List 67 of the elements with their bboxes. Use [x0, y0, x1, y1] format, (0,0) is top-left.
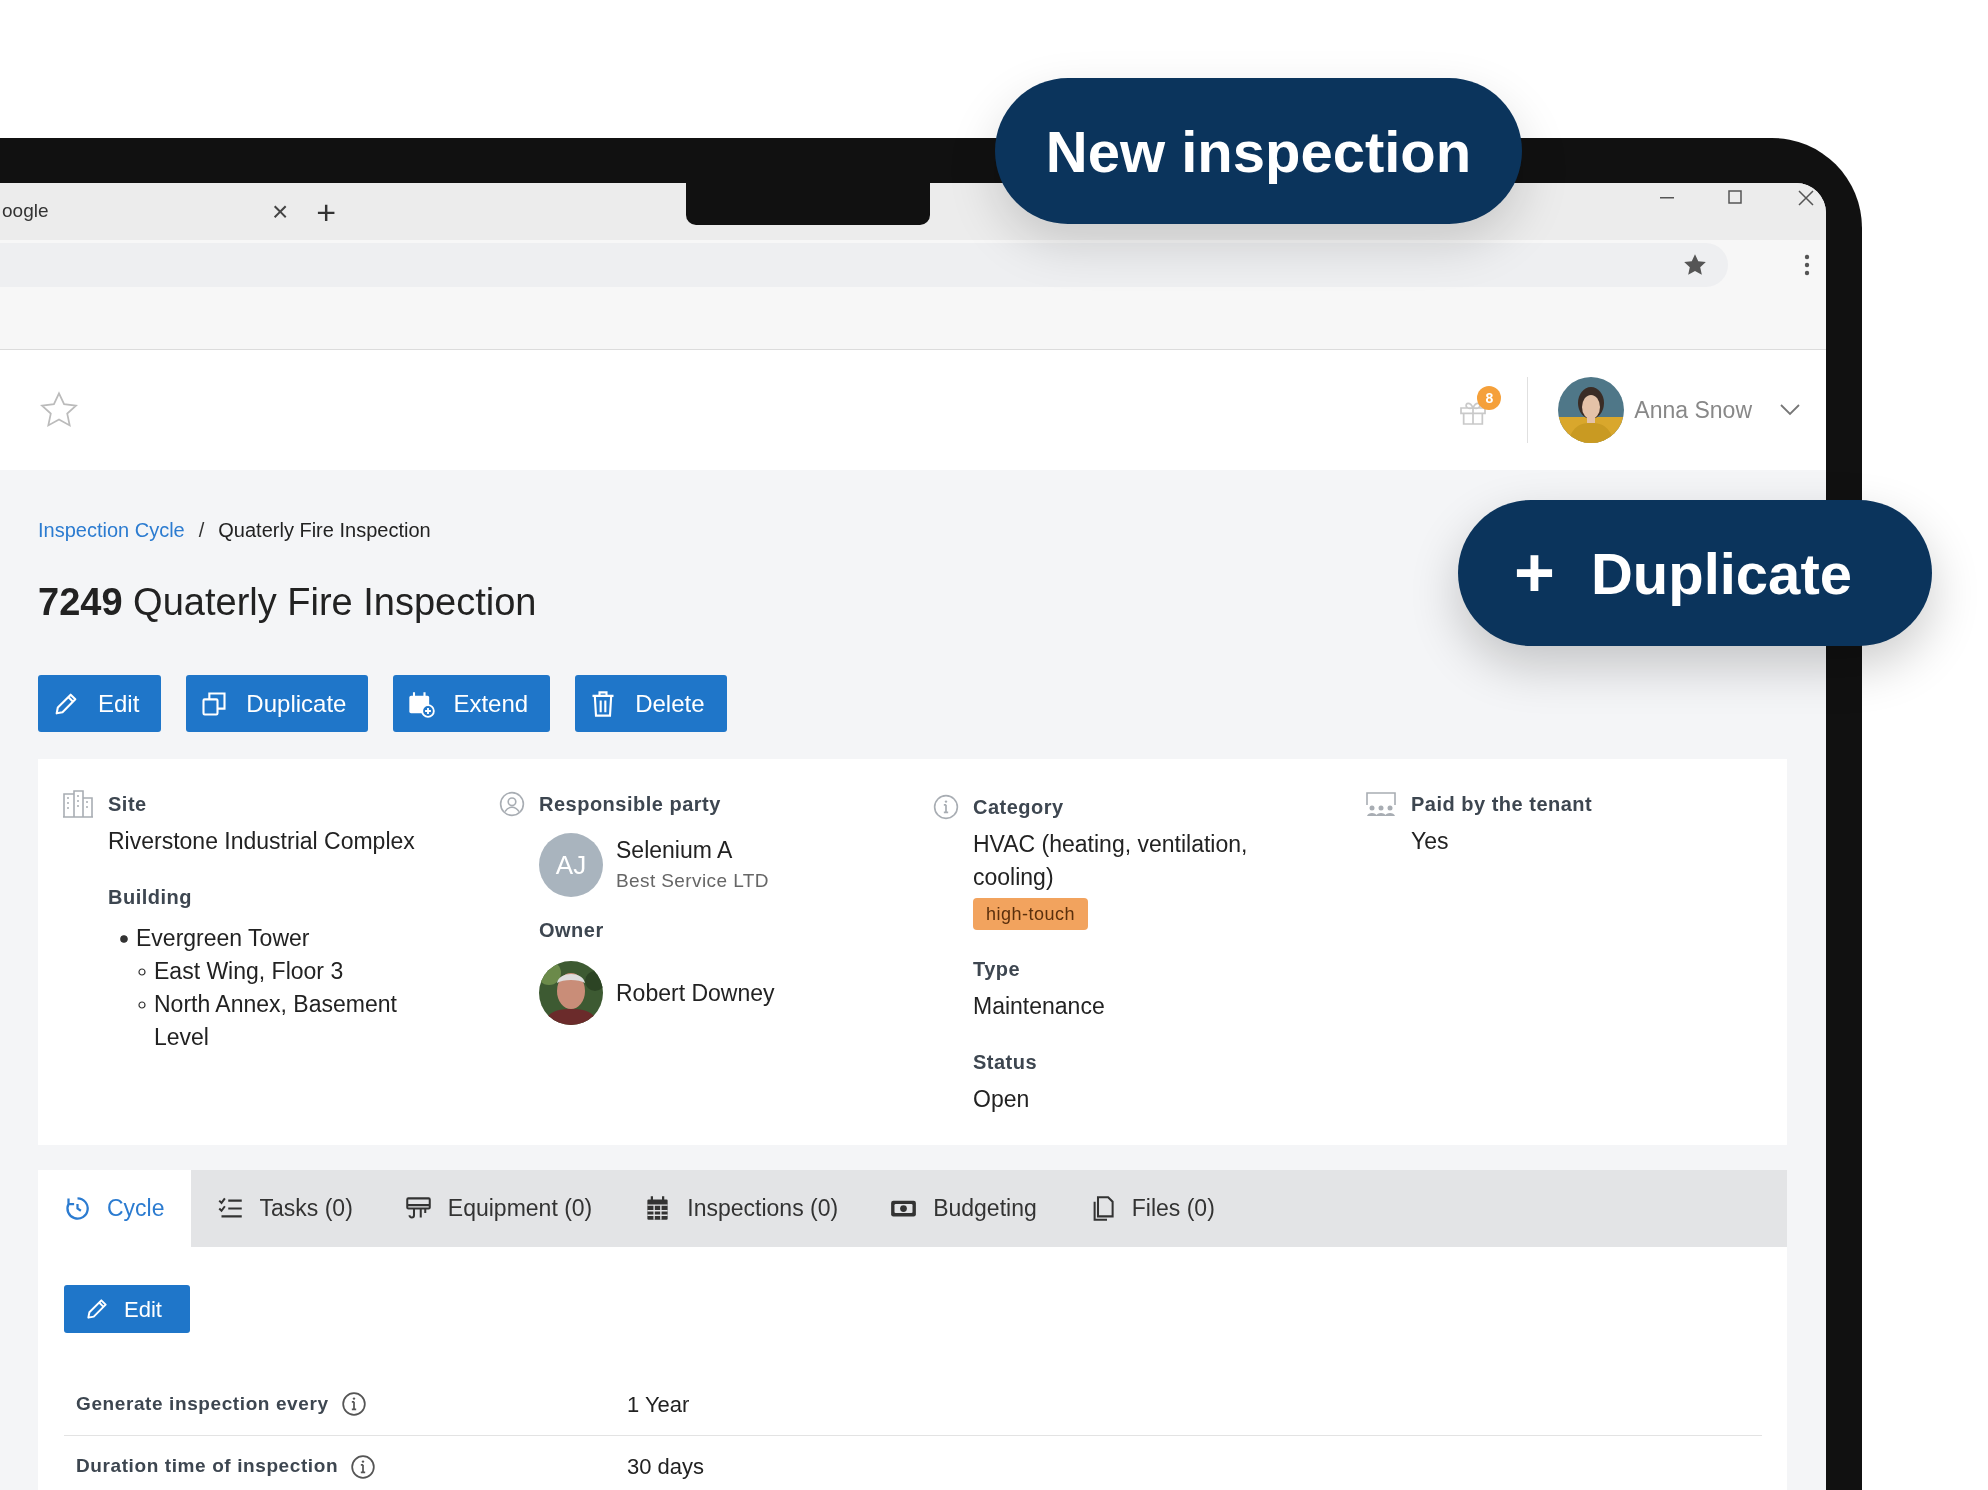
bullet-icon [138, 1000, 146, 1009]
more-menu-icon[interactable] [1804, 254, 1810, 276]
bullet-icon [120, 934, 128, 943]
minimize-icon[interactable] [1660, 196, 1674, 200]
bullet-icon [138, 967, 146, 976]
people-icon [1365, 791, 1397, 817]
calendar-plus-icon [407, 689, 436, 718]
field-label: Site [108, 792, 147, 817]
field-label: Type [973, 957, 1022, 982]
person-name: Robert Downey [616, 978, 775, 1008]
timer-icon [64, 1195, 91, 1222]
info-icon[interactable] [340, 1391, 367, 1417]
building-name: East Wing, Floor 3 [154, 957, 345, 986]
breadcrumb-separator: / [198, 518, 205, 543]
callout-label: Duplicate [1590, 539, 1852, 608]
tag: high-touch [973, 898, 1089, 930]
field-label: Paid by the tenant [1411, 792, 1593, 817]
chevron-down-icon[interactable] [1780, 404, 1800, 416]
page-title: 7249 Quaterly Fire Inspection [38, 583, 538, 621]
new-inspection-callout: New inspection [995, 78, 1522, 224]
tab[interactable]: Cycle [38, 1170, 191, 1247]
field-label: Generate inspection every [76, 1391, 329, 1416]
tab[interactable]: Tasks (0) [190, 1170, 379, 1247]
field-label: Category [973, 795, 1064, 820]
avatar: AJ [539, 833, 603, 897]
maximize-icon[interactable] [1728, 190, 1742, 204]
buildings-icon [62, 790, 94, 818]
tab[interactable]: Budgeting [864, 1170, 1063, 1247]
building-name: North Annex, Basement Level [154, 990, 398, 1052]
pencil-icon [84, 1296, 110, 1322]
field-label: Status [973, 1050, 1039, 1075]
user-circle-icon [499, 791, 525, 817]
bookmark-star-icon[interactable] [1682, 252, 1708, 278]
close-icon[interactable] [1798, 190, 1814, 206]
company-name: Best Service LTD [616, 869, 769, 894]
field-value: Riverstone Industrial Complex [108, 827, 416, 856]
field-value: 1 Year [627, 1390, 690, 1419]
new-tab-button[interactable]: + [316, 194, 337, 229]
close-tab-button[interactable]: × [272, 197, 289, 226]
breadcrumb-link[interactable]: Inspection Cycle [38, 515, 185, 545]
field-value: Maintenance [973, 992, 1106, 1021]
duplicate-button[interactable]: Duplicate [186, 675, 369, 732]
info-icon [933, 794, 959, 820]
field-label: Duration time of inspection [76, 1454, 339, 1479]
building-name: Evergreen Tower [136, 924, 311, 953]
copy-icon [200, 689, 229, 718]
edit-button[interactable]: Edit [38, 675, 162, 732]
field-value: HVAC (heating, ventilation, cooling) [973, 830, 1249, 892]
field-value: Yes [1410, 827, 1450, 856]
tab[interactable]: Inspections (0) [618, 1170, 865, 1247]
person-name: Selenium A [616, 836, 734, 866]
extend-button[interactable]: Extend [393, 675, 551, 732]
delete-button[interactable]: Delete [575, 675, 727, 732]
field-label: Owner [539, 918, 605, 943]
user-name[interactable]: Anna Snow [1634, 392, 1752, 428]
edit-button[interactable]: Edit [64, 1285, 190, 1333]
tab[interactable]: Equipment (0) [378, 1170, 619, 1247]
breadcrumb-current: Quaterly Fire Inspection [218, 518, 431, 543]
field-label: Responsible party [539, 792, 721, 817]
notification-badge: 8 [1477, 386, 1502, 410]
field-label: Building [108, 885, 193, 910]
tab[interactable]: Files (0) [1062, 1170, 1241, 1247]
field-value: 30 days [627, 1453, 705, 1481]
browser-tab-title[interactable]: oogle [2, 197, 272, 226]
plus-icon: + [1514, 538, 1555, 608]
field-value: Open [973, 1085, 1031, 1114]
info-icon[interactable] [350, 1453, 377, 1480]
